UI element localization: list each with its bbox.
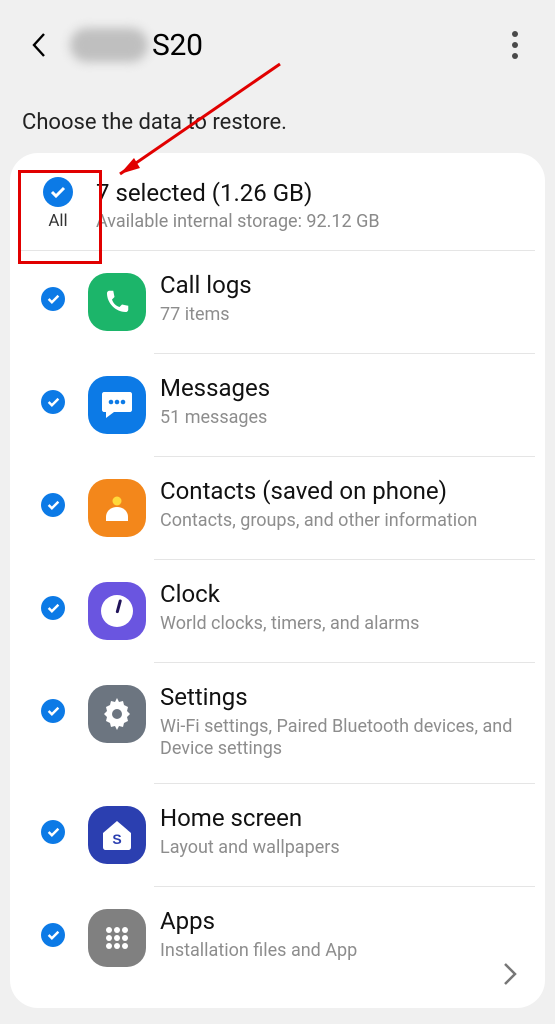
instruction-text: Choose the data to restore. xyxy=(0,70,555,153)
check-icon xyxy=(47,603,60,613)
select-all-checkbox[interactable] xyxy=(43,177,73,207)
select-all-row[interactable]: All 7 selected (1.26 GB) Available inter… xyxy=(20,171,535,251)
phone-icon xyxy=(88,273,146,331)
back-button[interactable] xyxy=(20,25,60,65)
more-icon xyxy=(512,29,518,62)
item-checkbox[interactable] xyxy=(41,923,65,947)
contact-icon xyxy=(88,479,146,537)
apps-icon xyxy=(102,923,132,953)
check-icon xyxy=(47,930,60,940)
message-icon xyxy=(100,390,134,420)
item-subtitle: Wi-Fi settings, Paired Bluetooth devices… xyxy=(160,716,523,761)
phone-icon xyxy=(102,287,132,317)
list-item[interactable]: Contacts (saved on phone) Contacts, grou… xyxy=(20,457,535,559)
list-item[interactable]: Clock World clocks, timers, and alarms xyxy=(20,560,535,662)
item-subtitle: Contacts, groups, and other information xyxy=(160,510,523,533)
restore-card: All 7 selected (1.26 GB) Available inter… xyxy=(10,153,545,1008)
check-icon xyxy=(47,294,60,304)
item-title: Messages xyxy=(160,374,523,403)
item-checkbox[interactable] xyxy=(41,820,65,844)
list-item[interactable]: Call logs 77 items xyxy=(20,251,535,353)
list-item[interactable]: Messages 51 messages xyxy=(20,354,535,456)
item-list: Call logs 77 items Messages 51 messages xyxy=(20,251,535,989)
item-checkbox[interactable] xyxy=(41,699,65,723)
redacted-text xyxy=(70,28,148,62)
device-name: S20 xyxy=(152,28,203,63)
list-item[interactable]: S Home screen Layout and wallpapers xyxy=(20,784,535,886)
check-icon xyxy=(47,827,60,837)
item-subtitle: Layout and wallpapers xyxy=(160,837,523,860)
item-title: Contacts (saved on phone) xyxy=(160,477,523,506)
item-subtitle: World clocks, timers, and alarms xyxy=(160,613,523,636)
item-checkbox[interactable] xyxy=(41,390,65,414)
list-item[interactable]: Apps Installation files and App xyxy=(20,887,535,989)
item-subtitle: 51 messages xyxy=(160,407,523,430)
message-icon xyxy=(88,376,146,434)
item-title: Settings xyxy=(160,683,523,712)
header: S20 xyxy=(0,0,555,70)
item-title: Call logs xyxy=(160,271,523,300)
storage-available: Available internal storage: 92.12 GB xyxy=(96,211,529,232)
item-title: Clock xyxy=(160,580,523,609)
page-title: S20 xyxy=(70,28,203,63)
item-checkbox[interactable] xyxy=(41,596,65,620)
item-subtitle: 77 items xyxy=(160,304,523,327)
gear-icon xyxy=(99,696,135,732)
selection-summary: 7 selected (1.26 GB) xyxy=(96,179,529,207)
more-button[interactable] xyxy=(495,25,535,65)
svg-text:S: S xyxy=(112,831,121,847)
item-subtitle: Installation files and App xyxy=(160,940,523,963)
gear-icon xyxy=(88,685,146,743)
item-checkbox[interactable] xyxy=(41,287,65,311)
home-icon: S xyxy=(88,806,146,864)
next-button[interactable] xyxy=(501,960,519,992)
item-checkbox[interactable] xyxy=(41,493,65,517)
chevron-left-icon xyxy=(30,31,50,59)
home-icon: S xyxy=(99,817,135,853)
item-title: Home screen xyxy=(160,804,523,833)
check-icon xyxy=(47,397,60,407)
select-all-label: All xyxy=(48,211,67,231)
contact-icon xyxy=(101,491,133,525)
clock-icon xyxy=(97,591,137,631)
clock-icon xyxy=(88,582,146,640)
check-icon xyxy=(50,186,66,198)
check-icon xyxy=(47,706,60,716)
chevron-right-icon xyxy=(501,960,519,988)
list-item[interactable]: Settings Wi-Fi settings, Paired Bluetoot… xyxy=(20,663,535,783)
item-title: Apps xyxy=(160,907,523,936)
apps-icon xyxy=(88,909,146,967)
check-icon xyxy=(47,500,60,510)
